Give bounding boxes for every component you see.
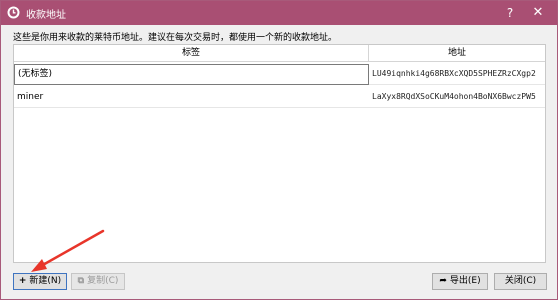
label-edit-field[interactable]: (无标签) [14, 64, 369, 85]
new-address-button[interactable]: + 新建(N) [13, 273, 67, 290]
label-cell[interactable]: miner [14, 86, 369, 108]
receive-addresses-dialog: 收款地址 ? ✕ 这些是你用来收款的莱特币地址。建议在每次交易时，都使用一个新的… [0, 0, 558, 300]
address-cell[interactable]: LaXyx8RQdXSoCKuM4ohon4BoNX6BwczPW5 [370, 86, 545, 108]
export-button[interactable]: ➦ 导出(E) [432, 273, 488, 290]
copy-button-label: 复制(C) [87, 276, 119, 286]
table-row[interactable]: (无标签) LU49iqnhki4g68RBXcXQD5SPHEZRzCXgp2 [14, 63, 545, 85]
plus-icon: + [18, 276, 27, 286]
copy-address-button[interactable]: ⧉ 复制(C) [71, 273, 125, 290]
sort-indicator-icon: ^ [189, 47, 195, 55]
export-button-label: 导出(E) [449, 276, 481, 286]
new-button-label: 新建(N) [29, 276, 62, 286]
close-button[interactable]: 关闭(C) [494, 273, 547, 290]
column-header-label[interactable]: 标签 ^ [14, 45, 369, 62]
column-header-address[interactable]: 地址 [369, 45, 545, 62]
table-row[interactable]: miner LaXyx8RQdXSoCKuM4ohon4BoNX6BwczPW5 [14, 86, 545, 108]
title-bar[interactable]: 收款地址 ? ✕ [1, 1, 557, 25]
address-table[interactable]: 标签 ^ 地址 (无标签) LU49iqnhki4g68RBXcXQD5SPHE… [13, 44, 546, 263]
description-text: 这些是你用来收款的莱特币地址。建议在每次交易时，都使用一个新的收款地址。 [13, 33, 338, 43]
help-button[interactable]: ? [501, 4, 519, 22]
export-arrow-icon: ➦ [439, 276, 447, 286]
address-cell[interactable]: LU49iqnhki4g68RBXcXQD5SPHEZRzCXgp2 [370, 63, 545, 85]
app-logo-icon [7, 6, 20, 19]
table-header: 标签 ^ 地址 [14, 45, 545, 62]
window-title: 收款地址 [26, 10, 66, 21]
window-close-button[interactable]: ✕ [529, 4, 547, 22]
copy-icon: ⧉ [77, 276, 85, 286]
